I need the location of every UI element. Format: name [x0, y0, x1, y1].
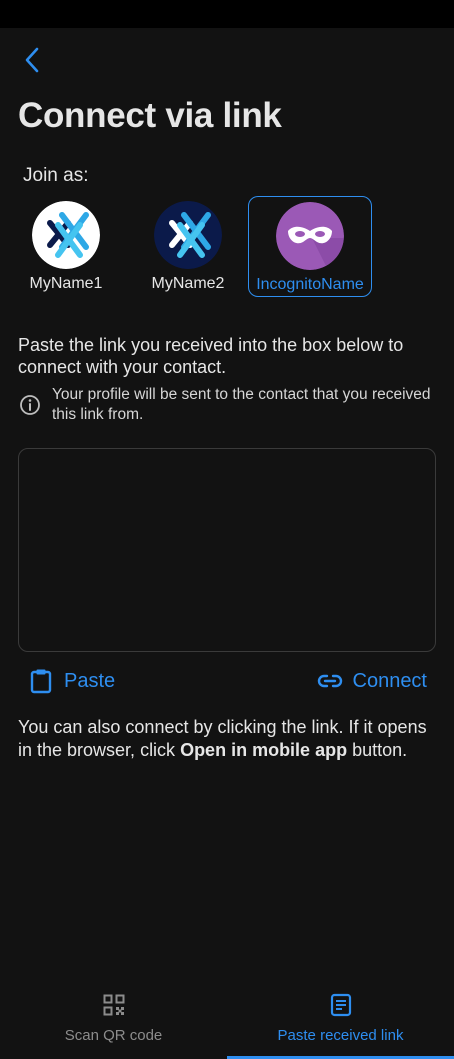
tab-label: Scan QR code	[64, 1027, 163, 1044]
join-as-label: Join as:	[23, 165, 89, 186]
incognito-mask-icon	[276, 202, 344, 270]
instructions-text: Paste the link you received into the box…	[18, 335, 404, 377]
profile-name: MyName2	[151, 275, 225, 292]
tab-label: Paste received link	[277, 1027, 404, 1044]
info-icon	[20, 395, 40, 415]
qr-code-icon	[101, 992, 127, 1018]
avatar	[276, 202, 344, 270]
profile-name: IncognitoName	[256, 276, 364, 293]
app-logo-icon	[32, 201, 100, 269]
avatar	[32, 201, 100, 269]
profile-name: MyName1	[29, 275, 103, 292]
status-bar	[0, 0, 454, 28]
clipboard-icon	[28, 668, 54, 694]
bottom-nav: Scan QR code Paste received link	[0, 985, 454, 1059]
profile-incognitoname[interactable]: IncognitoName	[248, 196, 372, 297]
also-connect-suffix: button.	[347, 739, 408, 760]
back-button[interactable]	[16, 44, 48, 76]
profile-myname2[interactable]: MyName2	[126, 196, 250, 297]
link-icon	[317, 668, 343, 694]
info-text: Your profile will be sent to the contact…	[52, 386, 431, 423]
link-input-box[interactable]	[18, 448, 436, 652]
tab-paste-received-link[interactable]: Paste received link	[227, 985, 454, 1059]
avatar	[154, 201, 222, 269]
chevron-left-icon	[25, 47, 39, 73]
open-in-app-text: Open in mobile app	[180, 739, 348, 760]
note-icon	[328, 992, 354, 1018]
app-logo-icon	[154, 201, 222, 269]
link-input[interactable]	[19, 449, 435, 651]
connect-button[interactable]: Connect	[317, 668, 428, 694]
also-connect-text: You can also connect by clicking the lin…	[18, 716, 438, 761]
profile-myname1[interactable]: MyName1	[4, 196, 128, 297]
page-title: Connect via link	[18, 96, 282, 135]
paste-label: Paste	[64, 669, 116, 692]
paste-button[interactable]: Paste	[28, 668, 115, 694]
connect-label: Connect	[352, 669, 428, 692]
info-row: Your profile will be sent to the contact…	[18, 385, 438, 425]
tab-scan-qr-code[interactable]: Scan QR code	[0, 985, 227, 1059]
